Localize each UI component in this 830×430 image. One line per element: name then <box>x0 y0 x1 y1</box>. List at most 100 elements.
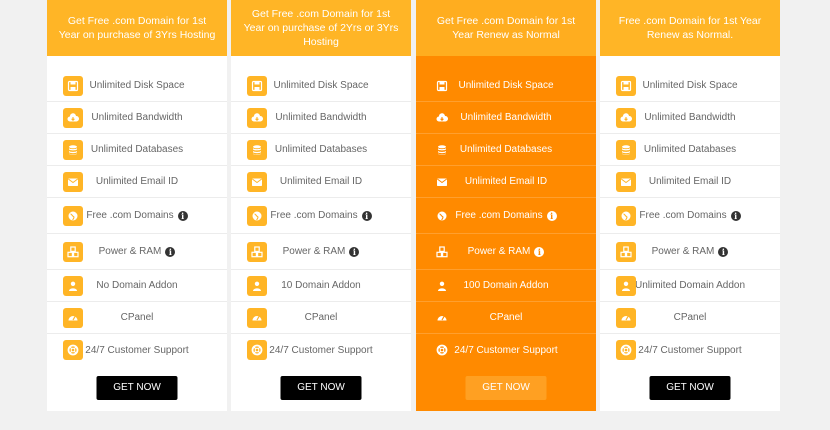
lifebuoy-icon <box>247 340 267 360</box>
user-icon <box>63 275 83 296</box>
cloud-download-icon <box>63 107 83 128</box>
feature-label: Unlimited Databases <box>274 144 368 155</box>
feature-label: Unlimited Email ID <box>464 176 548 187</box>
database-icon <box>432 140 452 160</box>
cloud-download-icon <box>616 107 636 128</box>
lifebuoy-icon <box>63 340 83 360</box>
database-icon <box>616 139 636 160</box>
globe-icon <box>63 205 83 226</box>
feature-list: Unlimited Disk Space Unlimited Bandwidth… <box>416 70 596 366</box>
save-icon <box>432 76 452 96</box>
cubes-icon <box>63 241 83 262</box>
feature-label: Unlimited Disk Space <box>273 80 369 91</box>
feature-row: 24/7 Customer Support <box>600 334 780 366</box>
feature-label: Free .com Domains <box>455 210 543 221</box>
globe-icon <box>247 205 267 226</box>
lifebuoy-icon <box>432 340 452 360</box>
user-icon <box>432 276 452 296</box>
feature-label: 24/7 Customer Support <box>638 344 742 356</box>
feature-row: 24/7 Customer Support <box>416 334 596 366</box>
feature-row: CPanel <box>600 302 780 334</box>
pricing-plans: Get Free .com Domain for 1st Year on pur… <box>47 0 780 411</box>
feature-list: Unlimited Disk Space Unlimited Bandwidth… <box>600 70 780 366</box>
cloud-download-icon <box>247 107 267 128</box>
feature-label: Power & RAM <box>651 246 715 257</box>
envelope-icon <box>63 171 83 192</box>
globe-icon <box>432 206 452 226</box>
get-now-button[interactable]: GET NOW <box>280 376 362 400</box>
user-icon <box>247 275 267 296</box>
feature-label: No Domain Addon <box>96 280 178 291</box>
database-icon <box>247 139 267 160</box>
feature-label: Unlimited Databases <box>90 144 184 155</box>
get-now-button[interactable]: GET NOW <box>649 376 731 400</box>
plan-header: Get Free .com Domain for 1st Year Renew … <box>416 0 596 56</box>
info-icon[interactable]: i <box>730 210 741 221</box>
globe-icon <box>616 205 636 226</box>
dashboard-icon <box>63 307 83 328</box>
feature-row: Unlimited Bandwidth <box>231 102 411 134</box>
info-icon[interactable]: i <box>361 210 372 221</box>
feature-row: Unlimited Bandwidth <box>47 102 227 134</box>
feature-label: Unlimited Disk Space <box>89 80 185 91</box>
feature-label: Power & RAM <box>282 246 346 257</box>
dashboard-icon <box>432 308 452 328</box>
dashboard-icon <box>616 307 636 328</box>
feature-row: No Domain Addon <box>47 270 227 302</box>
feature-label: CPanel <box>489 312 523 323</box>
feature-label: Unlimited Bandwidth <box>275 112 367 123</box>
feature-row: Unlimited Email ID <box>231 166 411 198</box>
feature-label: Unlimited Disk Space <box>458 80 554 91</box>
envelope-icon <box>432 172 452 192</box>
feature-label: Unlimited Email ID <box>279 176 363 187</box>
feature-row: 10 Domain Addon <box>231 270 411 302</box>
feature-label: 24/7 Customer Support <box>454 344 558 356</box>
feature-label: Unlimited Disk Space <box>642 80 738 91</box>
feature-row: Free .com Domains i <box>47 198 227 234</box>
feature-label: 24/7 Customer Support <box>85 344 189 356</box>
info-icon[interactable]: i <box>534 246 545 257</box>
feature-label: Unlimited Email ID <box>95 176 179 187</box>
envelope-icon <box>616 171 636 192</box>
feature-label: Free .com Domains <box>86 210 174 221</box>
get-now-button[interactable]: GET NOW <box>96 376 178 400</box>
feature-row: Free .com Domains i <box>600 198 780 234</box>
info-icon[interactable]: i <box>165 246 176 257</box>
feature-row: Unlimited Email ID <box>47 166 227 198</box>
feature-row: Unlimited Databases <box>231 134 411 166</box>
feature-row: Unlimited Bandwidth <box>416 102 596 134</box>
get-now-button[interactable]: GET NOW <box>465 376 547 400</box>
lifebuoy-icon <box>616 340 636 360</box>
feature-list: Unlimited Disk Space Unlimited Bandwidth… <box>231 70 411 366</box>
save-icon <box>247 75 267 96</box>
feature-row: Unlimited Disk Space <box>231 70 411 102</box>
feature-label: Free .com Domains <box>270 210 358 221</box>
cubes-icon <box>432 242 452 262</box>
feature-label: CPanel <box>673 312 707 323</box>
plan-card-3-featured: Get Free .com Domain for 1st Year Renew … <box>416 0 596 411</box>
cloud-download-icon <box>432 108 452 128</box>
feature-label: Power & RAM <box>467 246 531 257</box>
info-icon[interactable]: i <box>546 210 557 221</box>
plan-card-1: Get Free .com Domain for 1st Year on pur… <box>47 0 227 411</box>
feature-row: 24/7 Customer Support <box>231 334 411 366</box>
info-icon[interactable]: i <box>349 246 360 257</box>
feature-row: Unlimited Databases <box>600 134 780 166</box>
feature-label: 24/7 Customer Support <box>269 344 373 356</box>
feature-row: 100 Domain Addon <box>416 270 596 302</box>
feature-row: Unlimited Disk Space <box>47 70 227 102</box>
feature-label: Unlimited Databases <box>459 144 553 155</box>
feature-label: CPanel <box>120 312 154 323</box>
feature-label: Unlimited Email ID <box>648 176 732 187</box>
feature-row: Unlimited Bandwidth <box>600 102 780 134</box>
dashboard-icon <box>247 307 267 328</box>
feature-row: Unlimited Disk Space <box>600 70 780 102</box>
user-icon <box>616 275 636 296</box>
info-icon[interactable]: i <box>718 246 729 257</box>
feature-row: Unlimited Disk Space <box>416 70 596 102</box>
feature-row: Free .com Domains i <box>231 198 411 234</box>
info-icon[interactable]: i <box>177 210 188 221</box>
cubes-icon <box>616 241 636 262</box>
feature-label: Unlimited Databases <box>643 144 737 155</box>
save-icon <box>616 75 636 96</box>
